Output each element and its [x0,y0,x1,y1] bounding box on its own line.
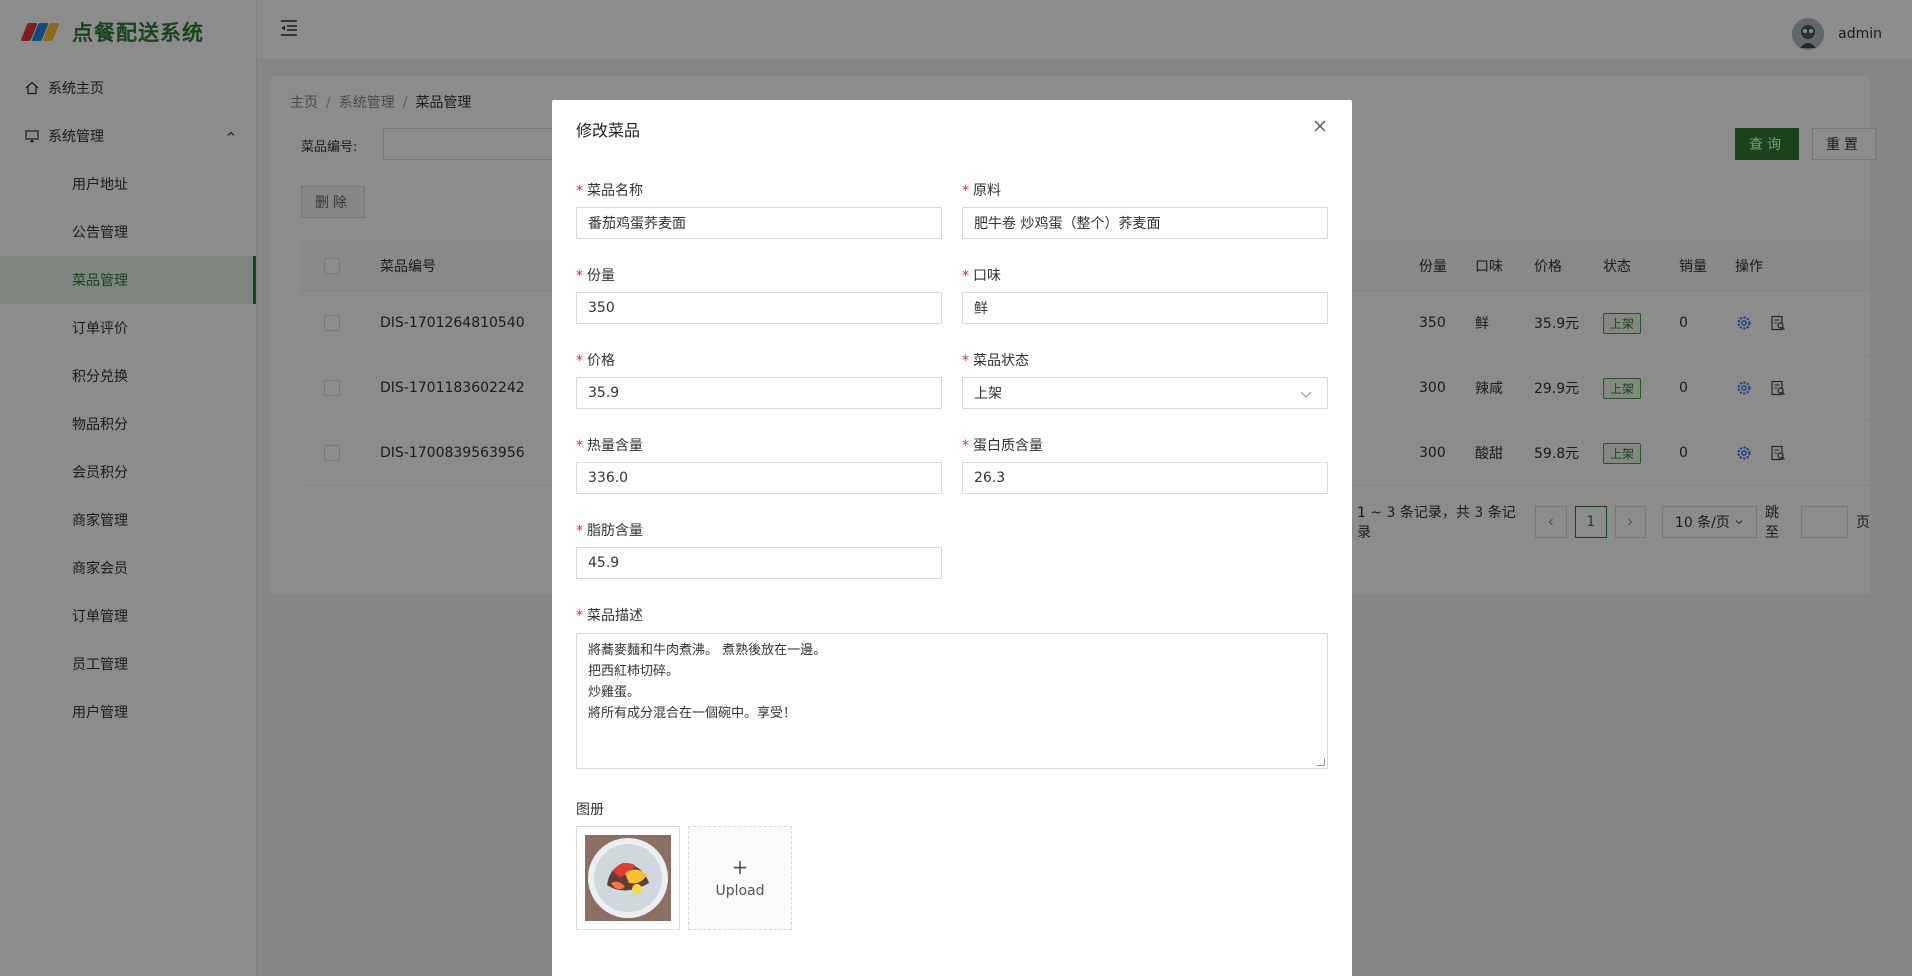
chevron-down-icon [1299,387,1313,405]
edit-dish-modal: 修改菜品 * 菜品名称 番茄鸡蛋荞麦面 * 原料 肥牛卷 炒鸡蛋（整个）荞麦面 * 份… [552,100,1352,976]
portion-field[interactable]: 350 [576,292,942,324]
portion-label: * 份量 [576,268,615,284]
dish-photo [585,835,671,921]
upload-button[interactable]: + Upload [688,826,792,930]
protein-label: * 蛋白质含量 [962,438,1043,454]
protein-field[interactable]: 26.3 [962,462,1328,494]
name-label: * 菜品名称 [576,183,643,199]
ingredients-label: * 原料 [962,183,1001,199]
gallery-image[interactable] [576,826,680,930]
taste-label: * 口味 [962,268,1001,284]
close-icon[interactable] [1310,116,1330,136]
upload-label: Upload [715,883,765,899]
status-label: * 菜品状态 [962,353,1029,369]
taste-field[interactable]: 鲜 [962,292,1328,324]
plus-icon: + [731,855,749,879]
resize-handle[interactable] [1317,758,1325,766]
fat-field[interactable]: 45.9 [576,547,942,579]
calories-label: * 热量含量 [576,438,643,454]
price-field[interactable]: 35.9 [576,377,942,409]
name-field[interactable]: 番茄鸡蛋荞麦面 [576,207,942,239]
calories-field[interactable]: 336.0 [576,462,942,494]
status-select[interactable]: 上架 [962,377,1328,409]
gallery-label: 图册 [576,802,604,818]
fat-label: * 脂肪含量 [576,523,643,539]
description-text: 將蕎麥麵和牛肉煮沸。 煮熟後放在一邊。 把西紅柿切碎。 炒雞蛋。 將所有成分混合… [588,643,827,721]
modal-title: 修改菜品 [576,121,641,140]
description-textarea[interactable]: 將蕎麥麵和牛肉煮沸。 煮熟後放在一邊。 把西紅柿切碎。 炒雞蛋。 將所有成分混合… [576,633,1328,769]
status-select-value: 上架 [974,386,1002,402]
price-label: * 价格 [576,353,615,369]
description-label: * 菜品描述 [576,608,643,624]
ingredients-field[interactable]: 肥牛卷 炒鸡蛋（整个）荞麦面 [962,207,1328,239]
